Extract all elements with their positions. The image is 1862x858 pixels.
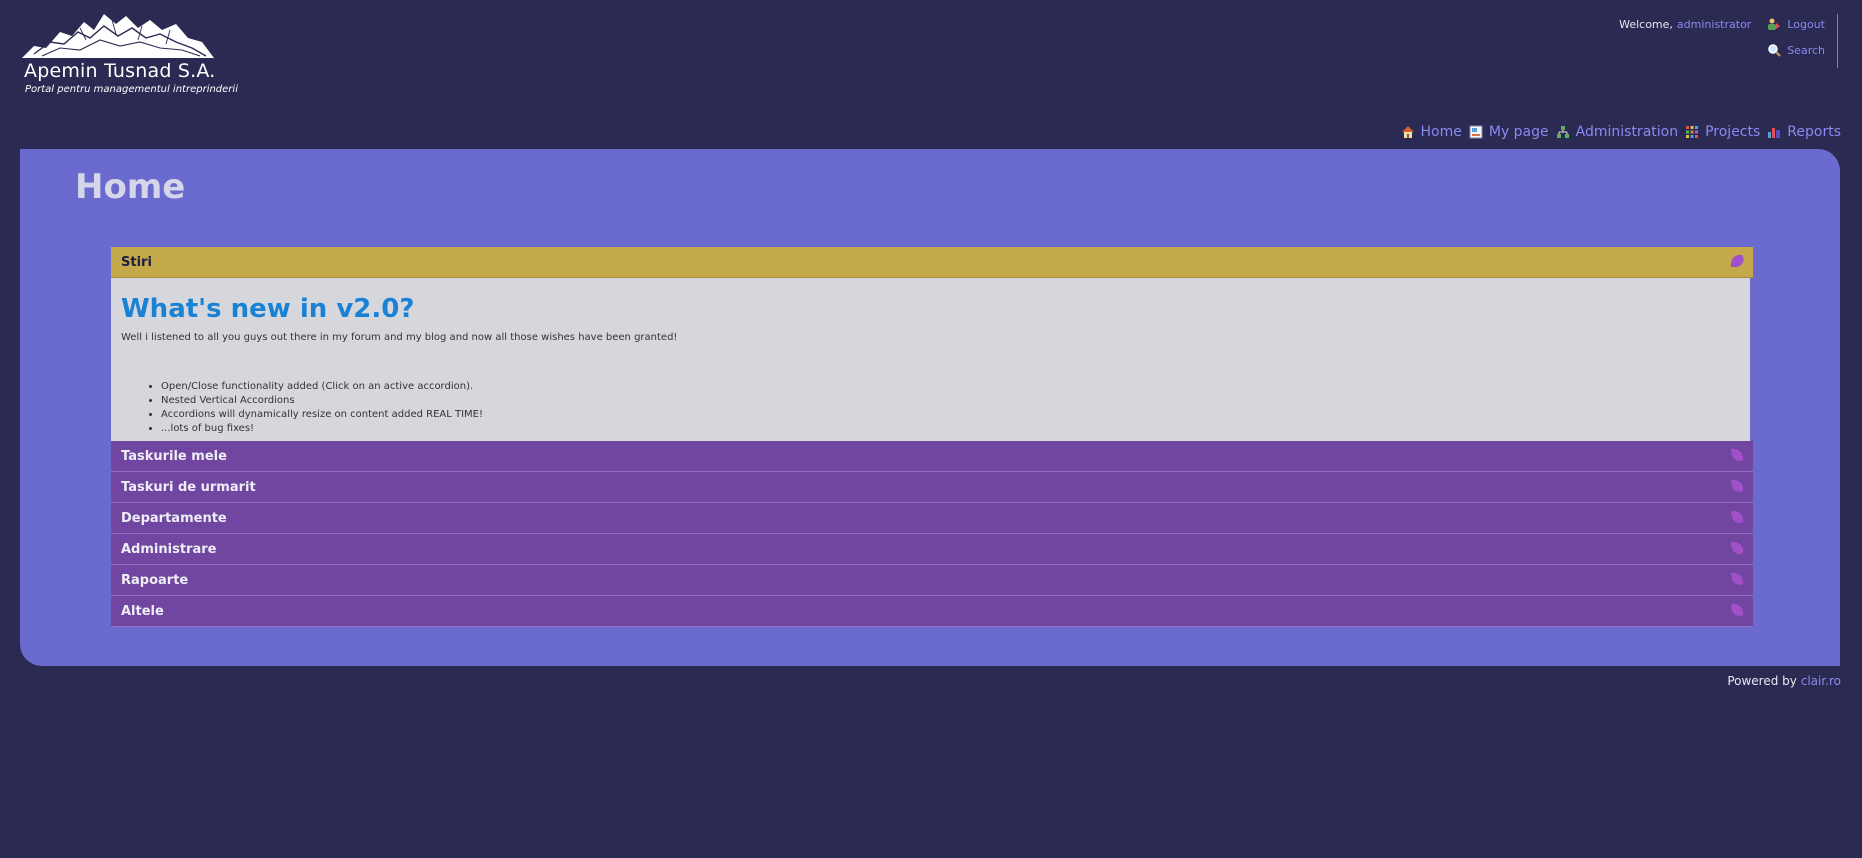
reports-icon (1768, 128, 1781, 138)
main-nav: Home My page Administration Projects Rep… (1401, 124, 1841, 140)
administration-icon (1556, 126, 1569, 138)
company-logo (22, 14, 214, 58)
nav-home-label: Home (1420, 124, 1462, 140)
news-text: Well i listened to all you guys out ther… (121, 332, 678, 343)
nav-my-page[interactable]: My page (1469, 124, 1549, 140)
toggle-closed-icon (1731, 510, 1744, 523)
accordion-header-taskurile-mele[interactable]: Taskurile mele (111, 441, 1753, 472)
accordion-title: Stiri (121, 254, 152, 270)
nav-administration[interactable]: Administration (1556, 124, 1678, 140)
news-list: Open/Close functionality added (Click on… (121, 380, 1740, 436)
list-item: Accordions will dynamically resize on co… (161, 408, 1740, 422)
my-page-icon (1469, 125, 1483, 139)
nav-my-page-label: My page (1488, 124, 1549, 140)
accordion-header-stiri[interactable]: Stiri (111, 247, 1753, 278)
footer-powered-text: Powered by (1727, 674, 1797, 688)
search-link[interactable]: Search (1787, 44, 1825, 57)
accordion-header-taskuri-de-urmarit[interactable]: Taskuri de urmarit (111, 472, 1753, 503)
username-link[interactable]: administrator (1677, 18, 1751, 31)
accordion-title: Administrare (121, 541, 217, 557)
home-icon (1401, 126, 1414, 138)
accordion: Stiri What's new in v2.0? Well i listene… (111, 247, 1753, 627)
company-name: Apemin Tusnad S.A. (24, 60, 216, 82)
list-item: Open/Close functionality added (Click on… (161, 380, 1740, 394)
accordion-header-altele[interactable]: Altele (111, 596, 1753, 627)
logout-link[interactable]: Logout (1787, 18, 1825, 31)
accordion-header-rapoarte[interactable]: Rapoarte (111, 565, 1753, 596)
nav-home[interactable]: Home (1401, 124, 1462, 140)
nav-administration-label: Administration (1575, 124, 1679, 140)
list-item: ...lots of bug fixes! (161, 422, 1740, 436)
logout-icon (1768, 18, 1781, 30)
nav-projects-label: Projects (1705, 124, 1761, 140)
accordion-title: Taskurile mele (121, 448, 227, 464)
accordion-title: Departamente (121, 510, 227, 526)
accordion-title: Altele (121, 603, 164, 619)
projects-icon (1686, 126, 1699, 138)
accordion-title: Taskuri de urmarit (121, 479, 256, 495)
toggle-closed-icon (1731, 448, 1744, 461)
nav-reports[interactable]: Reports (1767, 124, 1841, 140)
accordion-header-departamente[interactable]: Departamente (111, 503, 1753, 534)
content-panel: Home Stiri What's new in v2.0? Well i li… (20, 149, 1840, 666)
nav-reports-label: Reports (1787, 124, 1841, 140)
toggle-closed-icon (1731, 603, 1744, 616)
nav-projects[interactable]: Projects (1685, 124, 1760, 140)
toggle-open-icon (1730, 254, 1744, 267)
toggle-closed-icon (1731, 479, 1744, 492)
accordion-title: Rapoarte (121, 572, 189, 588)
search-icon (1768, 44, 1781, 57)
news-heading: What's new in v2.0? (121, 294, 415, 324)
user-box: Welcome, administrator Logout Search (1619, 14, 1838, 68)
company-tagline: Portal pentru managementul intreprinderi… (25, 84, 238, 95)
list-item: Nested Vertical Accordions (161, 394, 1740, 408)
toggle-closed-icon (1731, 541, 1744, 554)
welcome-text: Welcome, (1619, 17, 1673, 31)
page-title: Home (75, 167, 186, 207)
footer-link[interactable]: clair.ro (1801, 674, 1841, 688)
accordion-content-stiri: What's new in v2.0? Well i listened to a… (111, 278, 1750, 441)
footer: Powered by clair.ro (1727, 674, 1841, 688)
toggle-closed-icon (1731, 572, 1744, 585)
accordion-header-administrare[interactable]: Administrare (111, 534, 1753, 565)
